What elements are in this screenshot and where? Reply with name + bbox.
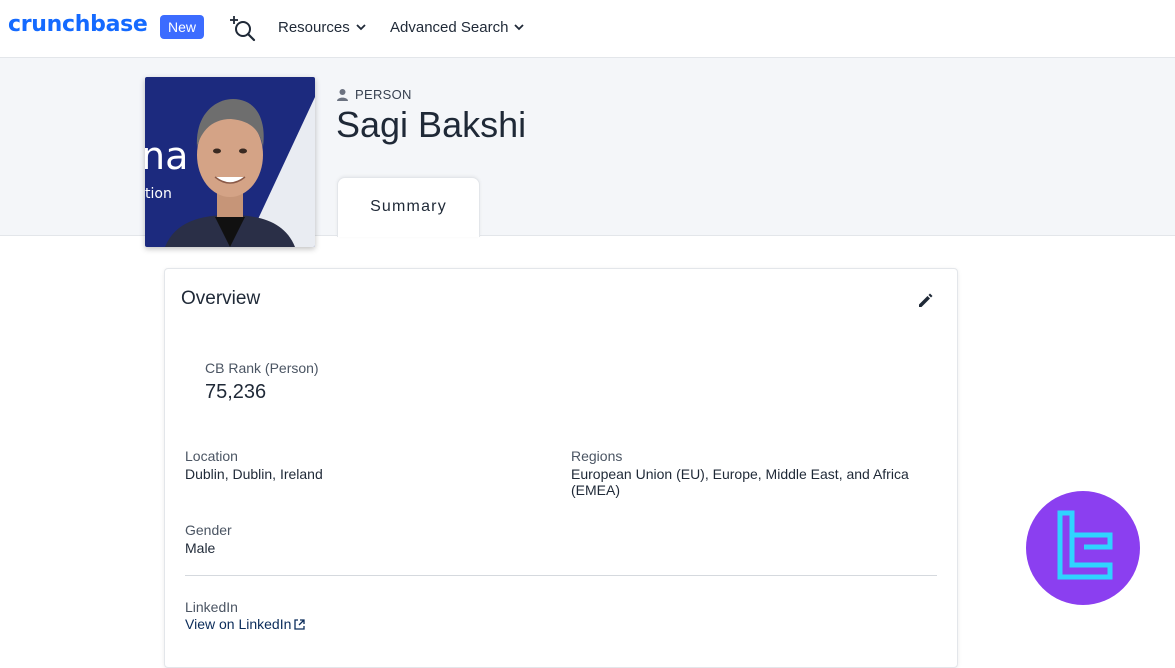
- linkedin-link[interactable]: View on LinkedIn: [185, 616, 306, 632]
- location-value[interactable]: Dublin, Dublin, Ireland: [185, 466, 323, 482]
- search-plus-icon[interactable]: [228, 14, 256, 42]
- crunchbase-logo[interactable]: crunchbase: [8, 12, 148, 37]
- resources-menu[interactable]: Resources: [278, 19, 368, 36]
- overview-title: Overview: [181, 288, 261, 309]
- top-navigation-bar: crunchbase New Resources Advanced Search: [0, 0, 1175, 58]
- page-title: Sagi Bakshi: [336, 104, 527, 145]
- advanced-search-menu[interactable]: Advanced Search: [390, 19, 526, 36]
- regions-label: Regions: [571, 448, 623, 464]
- tab-summary[interactable]: Summary: [337, 177, 480, 237]
- person-icon: [337, 89, 348, 101]
- external-link-icon: [294, 619, 306, 630]
- section-divider: [185, 575, 937, 576]
- entity-type-label: PERSON: [336, 87, 412, 102]
- advanced-search-menu-label: Advanced Search: [390, 19, 509, 36]
- location-label: Location: [185, 448, 238, 464]
- linkedin-link-text: View on LinkedIn: [185, 616, 292, 632]
- profile-photo: na tion: [145, 77, 315, 247]
- photo-backdrop-text: na: [145, 134, 188, 178]
- gender-value: Male: [185, 540, 216, 556]
- gender-label: Gender: [185, 522, 232, 538]
- cb-rank-value: 75,236: [205, 381, 267, 403]
- resources-menu-label: Resources: [278, 19, 350, 36]
- regions-value[interactable]: European Union (EU), Europe, Middle East…: [571, 466, 931, 498]
- cb-rank-label: CB Rank (Person): [205, 360, 319, 376]
- entity-type-text: PERSON: [355, 87, 412, 102]
- linkedin-label: LinkedIn: [185, 599, 238, 615]
- edit-pencil-icon[interactable]: [916, 292, 934, 310]
- new-badge[interactable]: New: [160, 15, 205, 39]
- chevron-down-icon: [356, 24, 366, 31]
- photo-backdrop-subtext: tion: [145, 186, 172, 202]
- watermark-logo-icon: [1026, 491, 1140, 605]
- chevron-down-icon: [514, 24, 525, 31]
- overview-card: Overview CB Rank (Person) 75,236 Locatio…: [164, 268, 958, 668]
